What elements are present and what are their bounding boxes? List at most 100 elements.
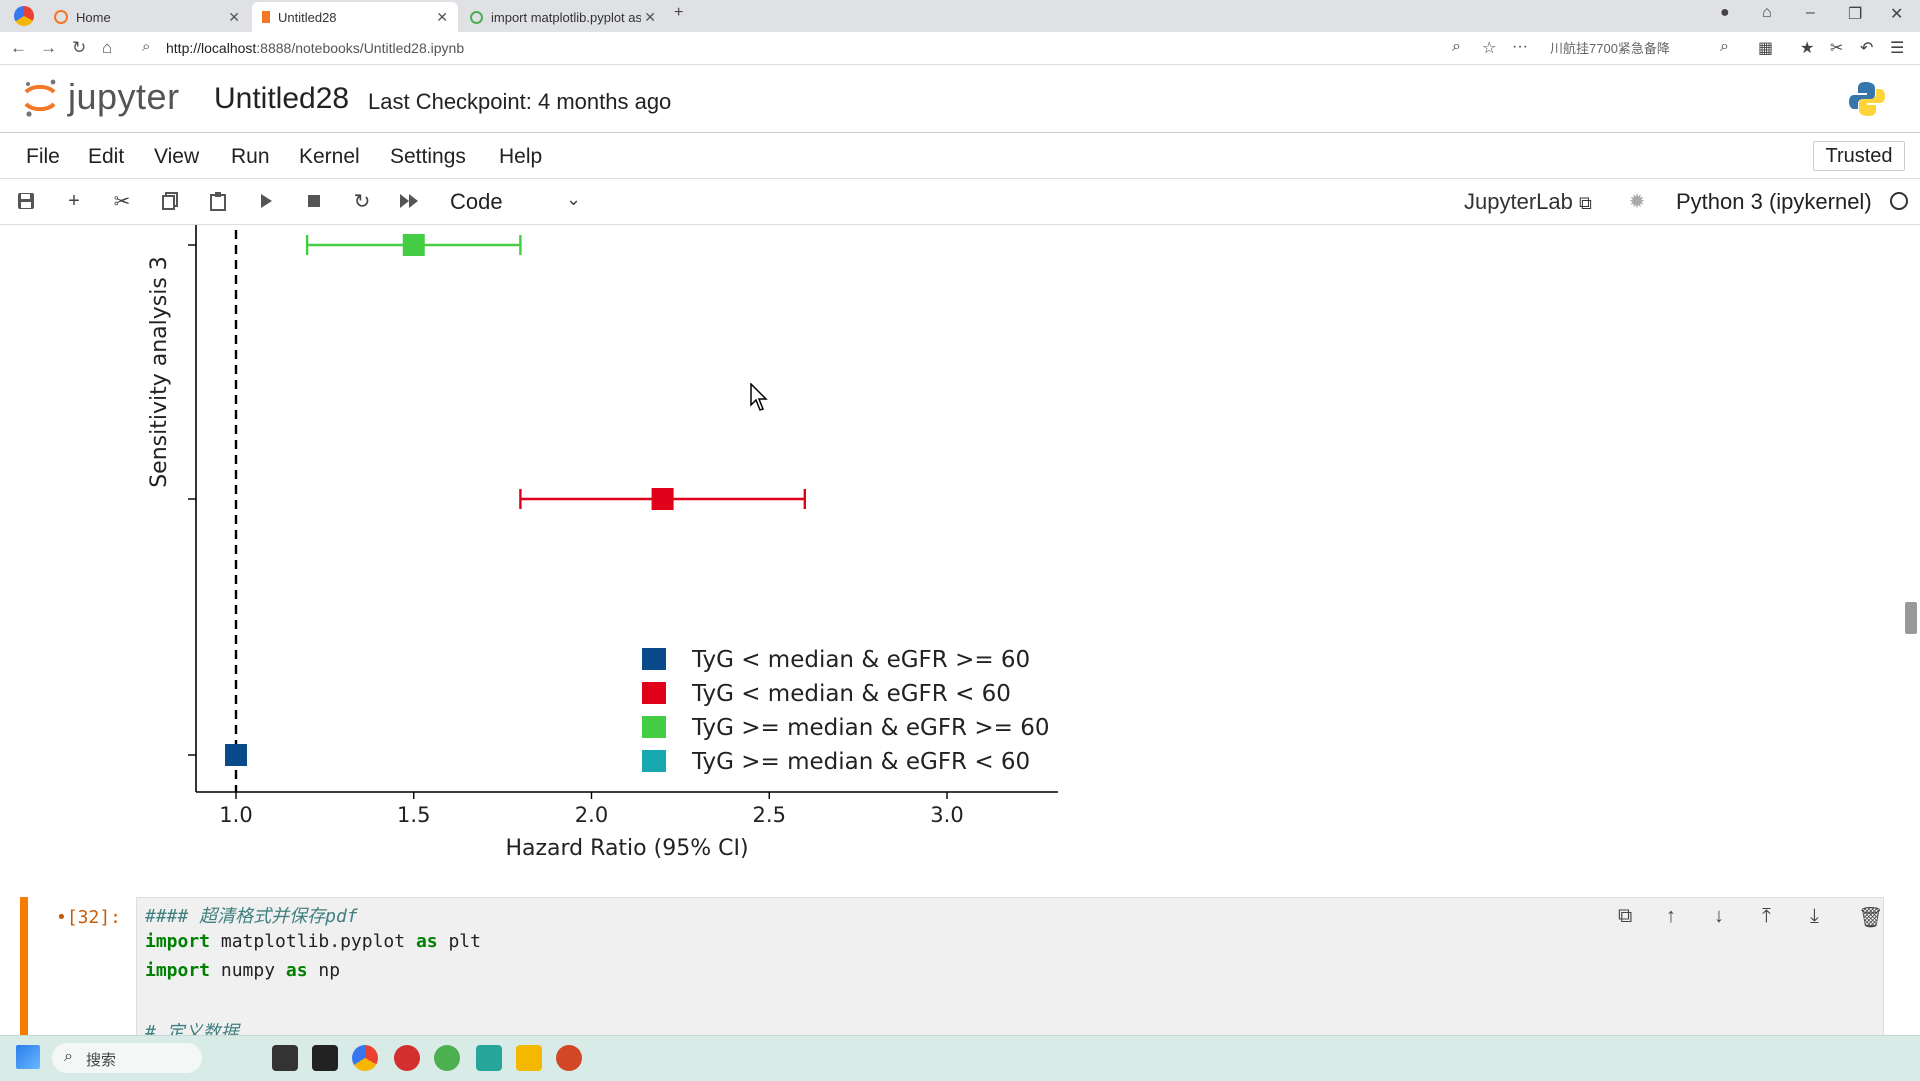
delete-cell-icon[interactable]: 🗑 [1858,905,1883,930]
jupyterlab-link[interactable]: JupyterLab ⧉ [1464,189,1592,215]
menu-run[interactable]: Run [231,145,270,169]
minimize-icon[interactable]: – [1806,4,1815,22]
search-icon: ⌕ [142,38,151,55]
cell-prompt: •[32]: [56,907,122,928]
close-tab-icon[interactable]: ✕ [228,9,240,26]
undo-icon[interactable]: ↶ [1860,38,1873,58]
account-icon[interactable]: ● [1720,4,1730,22]
windows-start-icon[interactable] [16,1045,40,1069]
hr-marker [225,744,247,766]
menu-view[interactable]: View [154,145,199,169]
apps-grid-icon[interactable]: ▦ [1758,38,1773,58]
folder-taskbar-icon[interactable] [516,1045,542,1071]
browser-taskbar-icon[interactable] [352,1045,378,1071]
insert-below-icon[interactable]: ⤓ [1810,905,1819,928]
menu-icon[interactable]: ☰ [1890,38,1904,58]
tab-label: import matplotlib.pyplot as [491,9,641,25]
menu-file[interactable]: File [26,145,60,169]
jupyter-favicon-icon [54,10,68,24]
x-tick-label: 3.0 [930,803,963,827]
duplicate-cell-icon[interactable]: ⧉ [1618,905,1632,928]
legend-swatch [642,750,666,772]
address-bar: ← → ↻ ⌂ ⌕ http://localhost:8888/notebook… [0,32,1920,65]
restart-icon[interactable]: ↻ [350,189,374,213]
kernel-name[interactable]: Python 3 (ipykernel) [1676,189,1872,215]
remote-desktop-taskbar-icon[interactable] [476,1045,502,1071]
zoom-icon[interactable]: ⌕ [1452,38,1461,56]
search-icon[interactable]: ⌕ [1720,38,1729,56]
trusted-indicator[interactable]: Trusted [1813,141,1905,171]
wechat-taskbar-icon[interactable] [434,1045,460,1071]
legend-swatch [642,682,666,704]
move-up-icon[interactable]: ↑ [1666,905,1676,928]
taskbar-search[interactable]: ⌕ 搜索 [52,1043,202,1073]
checkpoint-status: Last Checkpoint: 4 months ago [368,89,672,114]
file-explorer-taskbar-icon[interactable] [272,1045,298,1071]
terminal-taskbar-icon[interactable] [312,1045,338,1071]
tab-untitled28[interactable]: Untitled28 ✕ [252,2,458,32]
legend-swatch [642,648,666,670]
browser-tab-bar: Home ✕ Untitled28 ✕ import matplotlib.py… [0,0,1920,32]
stop-icon[interactable] [302,189,326,213]
run-icon[interactable] [254,189,278,213]
x-tick-label: 2.5 [753,803,786,827]
search-favicon-icon [470,10,483,24]
cut-icon[interactable]: ✂ [110,189,134,213]
back-icon[interactable]: ← [10,38,27,58]
debugger-bug-icon[interactable]: ✹ [1625,189,1649,213]
legend-label: TyG < median & eGFR < 60 [691,681,1011,707]
shirt-icon[interactable]: ⌂ [1762,4,1772,22]
taskbar: ⌕ 搜索 [0,1035,1920,1081]
add-cell-icon[interactable]: + [62,189,86,213]
close-tab-icon[interactable]: ✕ [644,9,656,26]
menu-help[interactable]: Help [499,145,542,169]
move-down-icon[interactable]: ↓ [1714,905,1724,928]
save-icon[interactable] [14,189,38,213]
jupyter-logo-icon[interactable] [20,78,60,118]
tab-home[interactable]: Home ✕ [44,2,250,32]
browser-search-box[interactable]: 川航挂7700紧急备降 [1550,38,1670,57]
tab-label: Home [76,9,111,25]
forward-icon[interactable]: → [40,38,57,58]
cell-type-select[interactable]: Code [450,189,503,215]
url-field[interactable]: http://localhost:8888/notebooks/Untitled… [166,40,464,56]
search-icon: ⌕ [64,1048,73,1065]
zotero-taskbar-icon[interactable] [394,1045,420,1071]
powerpoint-taskbar-icon[interactable] [556,1045,582,1071]
star-icon[interactable]: ☆ [1482,38,1496,58]
chevron-down-icon[interactable]: ⌄ [566,189,581,210]
restore-icon[interactable]: ❐ [1848,4,1862,24]
kernel-status-idle-icon [1890,192,1908,210]
hr-marker [651,488,674,510]
notebook-favicon-icon [262,11,270,23]
menu-edit[interactable]: Edit [88,145,124,169]
favorites-icon[interactable]: ★ [1800,38,1814,58]
menu-bar: File Edit View Run Kernel Settings Help … [0,133,1920,179]
forest-plot: 1.0 1.5 2.0 2.5 3.0 Sensitivity analysis 3 Haz… [147,225,1058,861]
new-tab-icon[interactable]: + [674,4,683,22]
tab-import-matplotlib[interactable]: import matplotlib.pyplot as ✕ [460,2,666,32]
paste-icon[interactable] [206,189,230,213]
copy-icon[interactable] [158,189,182,213]
code-line: #### 超清格式并保存pdf [145,906,358,927]
menu-kernel[interactable]: Kernel [299,145,360,169]
legend-swatch [642,716,666,738]
run-all-icon[interactable] [398,189,422,213]
more-icon[interactable]: ··· [1512,38,1528,56]
scrollbar-thumb[interactable] [1905,602,1917,634]
insert-above-icon[interactable]: ⤒ [1762,905,1771,928]
browser-logo-icon [14,6,34,26]
close-window-icon[interactable]: ✕ [1890,4,1903,24]
tools-icon[interactable]: ✂ [1830,38,1843,58]
reload-icon[interactable]: ↻ [72,38,86,58]
legend-label: TyG < median & eGFR >= 60 [691,647,1030,673]
x-tick-label: 1.5 [397,803,430,827]
active-cell-indicator [20,897,28,1035]
notebook-title[interactable]: Untitled28 [214,82,349,116]
menu-settings[interactable]: Settings [390,145,466,169]
python-logo-icon [1849,82,1885,116]
close-tab-icon[interactable]: ✕ [436,9,448,26]
mouse-cursor-icon [750,383,768,411]
x-tick-label: 1.0 [219,803,252,827]
home-icon[interactable]: ⌂ [102,38,112,58]
